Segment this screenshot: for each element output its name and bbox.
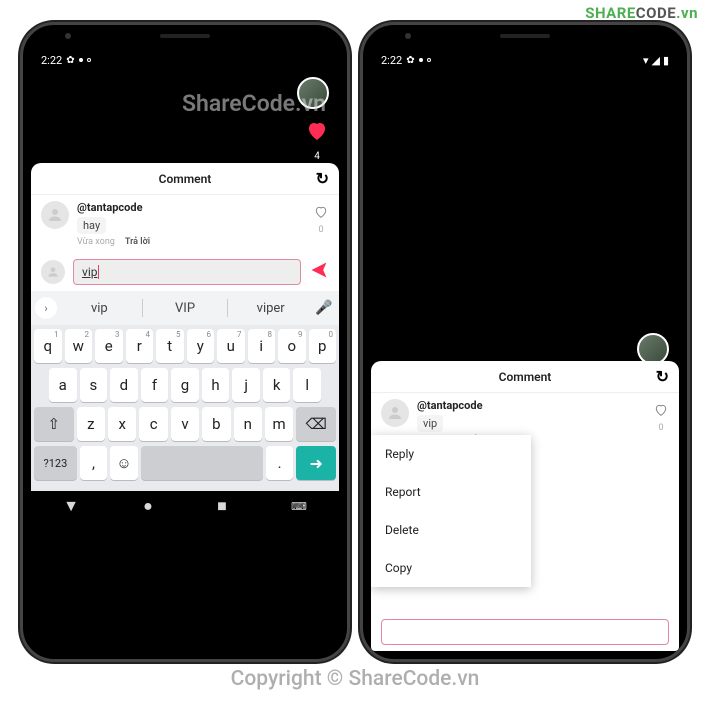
key-w[interactable]: w2	[65, 329, 93, 363]
key-n[interactable]: n	[234, 407, 262, 441]
menu-item-report[interactable]: Report	[371, 473, 531, 511]
comment-input[interactable]: vip	[73, 259, 301, 285]
key-s[interactable]: s	[80, 368, 108, 402]
comment-sheet: Comment ↻ @tantapcode hay Vừa xong Trả l…	[31, 163, 339, 291]
like-count: 4	[314, 151, 320, 162]
key-e[interactable]: e3	[95, 329, 123, 363]
video-feed[interactable]: 4	[31, 71, 339, 163]
heart-outline-icon[interactable]	[653, 402, 669, 422]
backspace-key[interactable]: ⌫	[296, 407, 336, 441]
comment-like-count: 0	[318, 225, 323, 235]
avatar-icon	[41, 260, 65, 284]
suggestion-item[interactable]: VIP	[145, 301, 226, 316]
keyboard-suggestion-bar: › vip VIP viper 🎤	[31, 291, 339, 325]
reply-button[interactable]: Trả lời	[125, 237, 150, 247]
period-key[interactable]: .	[266, 446, 293, 480]
status-dot-icon	[419, 58, 423, 62]
key-z[interactable]: z	[77, 407, 105, 441]
android-navbar: ▼ ● ■ ⌨	[31, 491, 339, 521]
menu-item-reply[interactable]: Reply	[371, 435, 531, 473]
menu-item-copy[interactable]: Copy	[371, 549, 531, 587]
nav-back-icon[interactable]: ▼	[63, 496, 79, 516]
comment-item[interactable]: @tantapcode hay Vừa xong Trả lời 0	[31, 195, 339, 253]
status-time: 2:22	[41, 54, 62, 67]
suggestion-item[interactable]: viper	[230, 301, 311, 316]
phone-left: 2:22 ✿ 4 Comment ↻ @tantapcode h	[20, 22, 350, 662]
wifi-icon: ▾	[643, 54, 649, 67]
space-key[interactable]	[141, 446, 263, 480]
video-feed[interactable]	[371, 71, 679, 361]
key-y[interactable]: y6	[187, 329, 215, 363]
symbols-key[interactable]: ?123	[34, 446, 77, 480]
sheet-title: Comment	[159, 172, 212, 186]
signal-icon: ◢	[651, 54, 659, 67]
key-k[interactable]: k	[263, 368, 291, 402]
comment-input-row	[371, 613, 679, 651]
key-r[interactable]: r4	[126, 329, 154, 363]
status-bar: 2:22 ✿	[31, 49, 339, 71]
avatar-icon	[41, 201, 69, 229]
key-g[interactable]: g	[171, 368, 199, 402]
phone-right: 2:22 ✿ ▾ ◢ ▮ Comment ↻ @tantapcode vip	[360, 22, 690, 662]
comment-time: Vừa xong	[77, 237, 115, 247]
key-t[interactable]: t5	[156, 329, 184, 363]
comment-username[interactable]: @tantapcode	[417, 399, 645, 412]
heart-icon[interactable]	[305, 119, 329, 147]
comment-like-count: 0	[658, 423, 663, 433]
emoji-key[interactable]: ☺	[110, 446, 137, 480]
key-q[interactable]: q1	[34, 329, 62, 363]
sheet-title: Comment	[499, 370, 552, 384]
key-f[interactable]: f	[141, 368, 169, 402]
status-dot-icon	[87, 58, 91, 62]
key-x[interactable]: x	[108, 407, 136, 441]
refresh-icon[interactable]: ↻	[316, 169, 329, 188]
comment-text: hay	[77, 217, 106, 234]
context-menu: Reply Report Delete Copy	[371, 435, 531, 587]
suggestion-item[interactable]: vip	[59, 301, 140, 316]
refresh-icon[interactable]: ↻	[656, 367, 669, 386]
status-dot-icon	[427, 58, 431, 62]
key-d[interactable]: d	[110, 368, 138, 402]
comment-input-row: vip	[31, 253, 339, 291]
key-u[interactable]: u7	[217, 329, 245, 363]
key-h[interactable]: h	[202, 368, 230, 402]
comment-input[interactable]	[381, 619, 669, 645]
menu-item-delete[interactable]: Delete	[371, 511, 531, 549]
nav-keyboard-icon[interactable]: ⌨	[291, 500, 307, 513]
key-c[interactable]: c	[139, 407, 167, 441]
keyboard: q1w2e3r4t5y6u7i8o9p0 asdfghjkl ⇧ zxcvbnm…	[31, 325, 339, 491]
key-b[interactable]: b	[202, 407, 230, 441]
key-j[interactable]: j	[232, 368, 260, 402]
watermark-logo: SHARECODE.vn	[585, 4, 698, 22]
avatar[interactable]	[297, 77, 329, 109]
avatar-icon	[381, 399, 409, 427]
comma-key[interactable]: ,	[80, 446, 107, 480]
key-l[interactable]: l	[293, 368, 321, 402]
chevron-right-icon[interactable]: ›	[35, 297, 57, 319]
battery-icon: ▮	[663, 54, 669, 67]
comment-username[interactable]: @tantapcode	[77, 201, 305, 214]
key-a[interactable]: a	[49, 368, 77, 402]
key-i[interactable]: i8	[248, 329, 276, 363]
nav-recent-icon[interactable]: ■	[217, 496, 227, 516]
status-time: 2:22	[381, 54, 402, 67]
key-p[interactable]: p0	[309, 329, 337, 363]
key-m[interactable]: m	[265, 407, 293, 441]
status-dot-icon	[79, 58, 83, 62]
shift-key[interactable]: ⇧	[34, 407, 74, 441]
nav-home-icon[interactable]: ●	[143, 496, 153, 516]
heart-outline-icon[interactable]	[313, 204, 329, 224]
comment-sheet: Comment ↻ @tantapcode vip Vừa xong Trả l…	[371, 361, 679, 651]
comment-text: vip	[417, 415, 443, 432]
status-bar: 2:22 ✿ ▾ ◢ ▮	[371, 49, 679, 71]
key-o[interactable]: o9	[278, 329, 306, 363]
enter-key[interactable]: ➜	[296, 446, 336, 480]
settings-icon: ✿	[66, 55, 74, 66]
settings-icon: ✿	[406, 55, 414, 66]
key-v[interactable]: v	[171, 407, 199, 441]
mic-icon[interactable]: 🎤	[313, 300, 335, 316]
send-icon[interactable]	[309, 260, 329, 284]
